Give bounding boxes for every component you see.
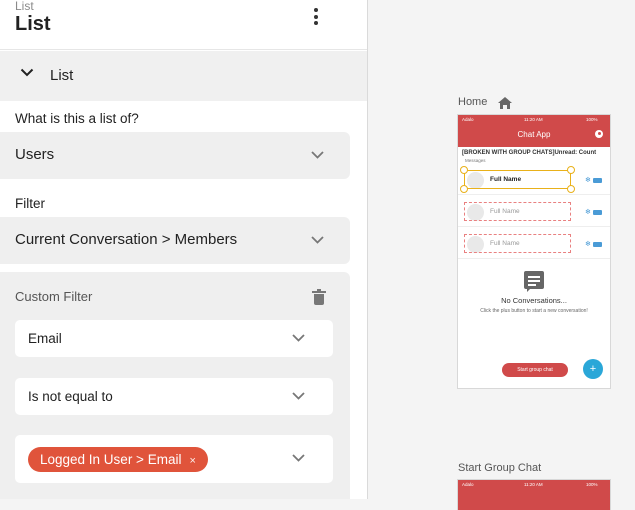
- row-name: Full Name: [490, 176, 522, 183]
- property-panel: List List List What is this a list of? U…: [0, 0, 368, 499]
- badge-icon: [592, 241, 602, 247]
- chevron-down-icon: [292, 334, 305, 342]
- filter-field-select[interactable]: Email: [15, 320, 333, 357]
- start-group-chat-phone[interactable]: Adalo 11:20 AM 100%: [458, 480, 610, 510]
- screen-label-home[interactable]: Home: [458, 96, 487, 108]
- chip-label: Logged In User > Email: [40, 452, 182, 467]
- list-header-text[interactable]: [BROKEN WITH GROUP CHATS]Unread: Count: [462, 150, 596, 156]
- name-text[interactable]: Full Name: [464, 234, 571, 253]
- resize-handle[interactable]: [460, 185, 468, 193]
- component-name[interactable]: List: [15, 13, 51, 36]
- list-of-select[interactable]: Users: [0, 132, 350, 179]
- resize-handle[interactable]: [460, 166, 468, 174]
- clock: 11:20 AM: [524, 482, 543, 487]
- list-section-toggle[interactable]: List: [0, 51, 367, 101]
- chat-bubble-icon: [524, 271, 544, 292]
- custom-filter-title: Custom Filter: [15, 289, 93, 304]
- filter-label: Filter: [15, 196, 45, 211]
- list-item[interactable]: Full Name ❄: [458, 197, 610, 227]
- list-item[interactable]: Full Name ❄: [458, 229, 610, 259]
- battery: 100%: [586, 117, 598, 122]
- snowflake-icon: ❄: [585, 176, 602, 184]
- chevron-down-icon: [292, 454, 305, 462]
- filter-value: Current Conversation > Members: [15, 231, 238, 248]
- status-bar: Adalo 11:20 AM 100%: [458, 480, 610, 489]
- badge-icon: [592, 209, 602, 215]
- chevron-down-icon: [292, 392, 305, 400]
- badge-icon: [592, 177, 602, 183]
- panel-header: List List: [0, 0, 367, 50]
- snowflake-icon: ❄: [585, 240, 602, 248]
- chevron-down-icon: [20, 68, 34, 77]
- carrier: Adalo: [462, 482, 474, 487]
- more-options-icon[interactable]: [308, 8, 324, 30]
- magic-text-chip[interactable]: Logged In User > Email ×: [28, 447, 208, 472]
- empty-state-subtitle: Click the plus button to start a new con…: [480, 308, 588, 314]
- status-bar: Adalo 11:20 AM 100%: [458, 115, 610, 124]
- app-bar[interactable]: Adalo 11:20 AM 100% Chat App: [458, 115, 610, 147]
- filter-operator-value: Is not equal to: [28, 389, 113, 404]
- list-of-label: What is this a list of?: [15, 111, 139, 126]
- chevron-down-icon: [311, 151, 324, 159]
- screen-label-start-group-chat[interactable]: Start Group Chat: [458, 462, 541, 474]
- name-text[interactable]: Full Name: [464, 202, 571, 221]
- row-name: Full Name: [490, 240, 520, 247]
- list-of-value: Users: [15, 146, 55, 163]
- filter-select[interactable]: Current Conversation > Members: [0, 217, 350, 264]
- resize-handle[interactable]: [567, 166, 575, 174]
- name-text-selected[interactable]: Full Name: [464, 170, 571, 189]
- messages-label: Messages: [465, 158, 486, 163]
- chevron-down-icon: [311, 236, 324, 244]
- filter-value-select[interactable]: Logged In User > Email ×: [15, 435, 333, 483]
- snowflake-icon: ❄: [585, 208, 602, 216]
- home-screen-phone[interactable]: Adalo 11:20 AM 100% Chat App [BROKEN WIT…: [458, 115, 610, 388]
- add-conversation-button[interactable]: +: [583, 359, 603, 379]
- list-item[interactable]: Full Name ❄: [458, 165, 610, 195]
- battery: 100%: [586, 482, 598, 487]
- resize-handle[interactable]: [567, 185, 575, 193]
- row-name: Full Name: [490, 208, 520, 215]
- component-type-label: List: [15, 0, 34, 13]
- account-icon[interactable]: [595, 130, 603, 138]
- clock: 11:20 AM: [524, 117, 543, 122]
- custom-filter-card: Custom Filter Email Is not equal to Logg…: [0, 272, 350, 499]
- section-label: List: [50, 67, 74, 84]
- app-title: Chat App: [517, 130, 551, 139]
- empty-state-title: No Conversations...: [501, 296, 567, 305]
- carrier: Adalo: [462, 117, 474, 122]
- home-icon: [498, 96, 512, 109]
- trash-icon[interactable]: [312, 289, 326, 305]
- start-group-chat-button[interactable]: Start group chat: [502, 363, 568, 377]
- filter-field-value: Email: [28, 331, 62, 346]
- filter-operator-select[interactable]: Is not equal to: [15, 378, 333, 415]
- chip-close-icon[interactable]: ×: [189, 455, 195, 467]
